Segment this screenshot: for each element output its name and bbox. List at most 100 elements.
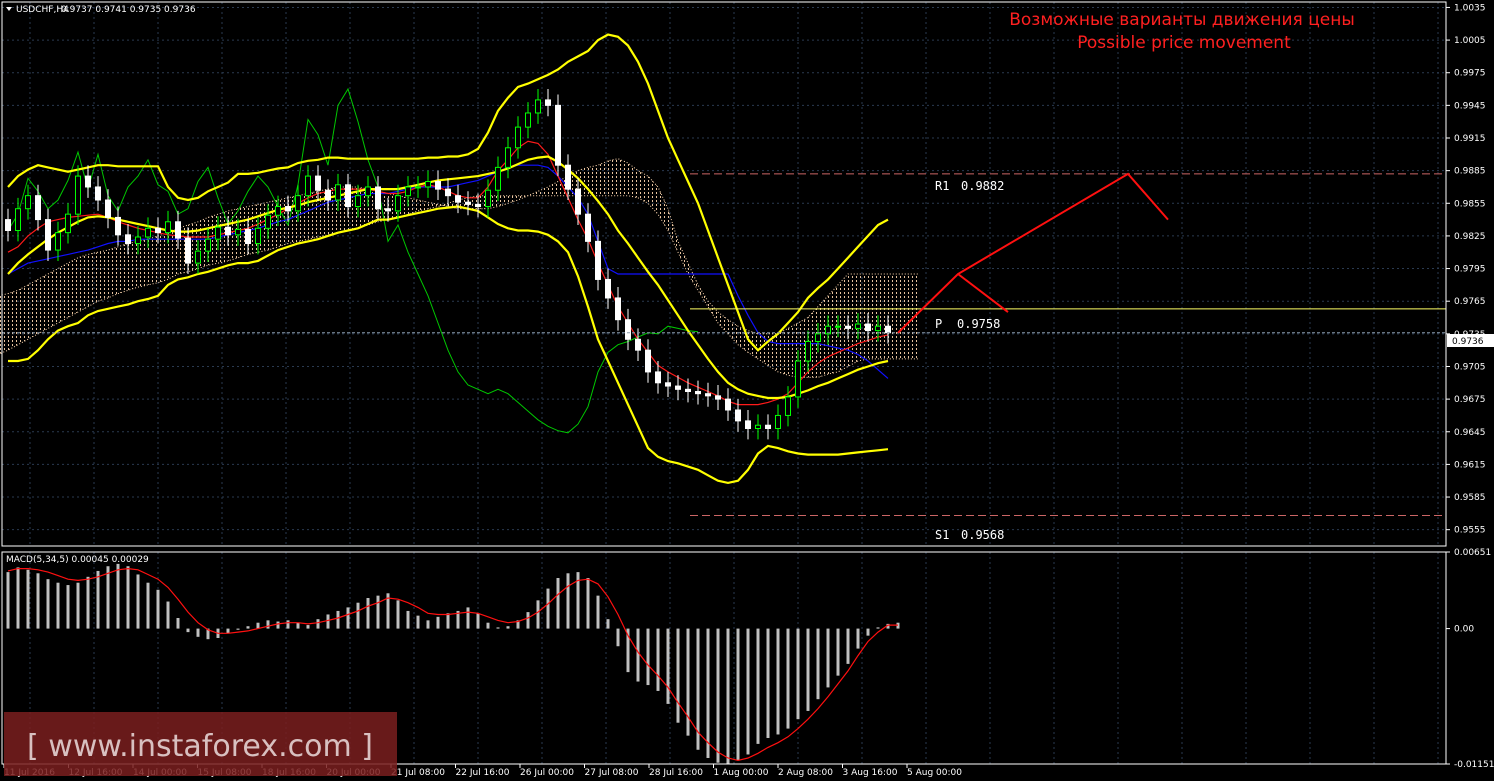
macd-bar (756, 628, 760, 744)
candle-body-up (165, 221, 171, 234)
macd-bar (846, 628, 850, 664)
macd-bar (786, 628, 790, 729)
macd-bar (566, 573, 570, 629)
macd-bar (296, 622, 300, 629)
candle-body-down (655, 371, 661, 384)
candle-body-down (585, 213, 591, 242)
time-tick-label: 1 Aug 00:00 (714, 768, 769, 778)
candle-body-up (275, 206, 281, 216)
candle-body-down (175, 221, 181, 239)
macd-bar (326, 614, 330, 629)
candle-body-up (305, 175, 311, 197)
p-label: P (935, 317, 942, 331)
macd-bar (496, 627, 500, 629)
candle-body-down (595, 240, 601, 280)
macd-bar (366, 598, 370, 629)
candle-body-up (75, 175, 81, 215)
candle-body-down (375, 186, 381, 210)
price-tick-label: 0.9855 (1454, 199, 1486, 209)
candle-body-up (525, 112, 531, 128)
macd-bar (816, 628, 820, 700)
macd-bar (526, 612, 530, 629)
candle-body-up (195, 250, 201, 264)
macd-bar (56, 582, 60, 629)
macd-bar (346, 607, 350, 629)
macd-bar (76, 582, 80, 629)
candle-body-down (615, 297, 621, 321)
macd-bar (276, 621, 280, 629)
candle-body-down (555, 104, 561, 166)
candle-body-down (445, 188, 451, 197)
time-tick-label: 27 Jul 08:00 (585, 768, 639, 778)
macd-bar (686, 628, 690, 736)
macd-bar (6, 572, 10, 629)
macd-bar (556, 578, 560, 629)
macd-bar (876, 627, 880, 629)
macd-bar (396, 600, 400, 629)
time-tick-label: 26 Jul 00:00 (520, 768, 574, 778)
macd-bar (616, 628, 620, 647)
candle-body-down (285, 206, 291, 212)
candle-body-down (685, 388, 691, 393)
time-tick-label: 2 Aug 08:00 (778, 768, 833, 778)
macd-bar (196, 628, 200, 637)
macd-bar (746, 628, 750, 755)
time-tick-label: 21 Jul 08:00 (391, 768, 445, 778)
macd-bar (666, 628, 670, 704)
watermark-text: [ www.instaforex.com ] (27, 729, 373, 764)
candle-body-down (315, 175, 321, 191)
candle-body-down (645, 349, 651, 373)
candle-body-up (805, 340, 811, 362)
candle-body-up (15, 208, 21, 231)
candle-body-down (245, 228, 251, 245)
candle-body-up (335, 184, 341, 201)
macd-bar (676, 628, 680, 723)
price-tick-label: 1.0035 (1454, 3, 1486, 13)
candle-body-down (475, 203, 481, 208)
macd-bar (116, 563, 120, 629)
candle-body-down (85, 175, 91, 188)
macd-bar (766, 628, 770, 738)
candle-body-down (5, 219, 11, 231)
annotation-ru: Возможные варианты движения цены (1009, 10, 1355, 30)
candle-body-up (265, 214, 271, 229)
macd-bar (656, 628, 660, 691)
macd-bar (506, 626, 510, 629)
macd-bar (446, 613, 450, 629)
chart-canvas: 1.0035 1.0005 0.9975 0.9945 0.9915 0.9885 0.98… (0, 0, 1494, 781)
candle-body-up (405, 186, 411, 197)
macd-bar (426, 620, 430, 629)
candle-body-up (235, 228, 241, 236)
candle-body-up (855, 323, 861, 329)
price-tick-label: 0.9945 (1454, 101, 1486, 111)
candle-body-down (325, 189, 331, 201)
price-tick-label: 0.9675 (1454, 395, 1486, 405)
candle-body-up (515, 126, 521, 149)
ohlc-readout: 0.9737 0.9741 0.9735 0.9736 (61, 5, 196, 15)
candle-body-up (785, 396, 791, 416)
macd-bar (636, 628, 640, 682)
candle-body-down (865, 323, 871, 332)
candle-body-up (205, 238, 211, 252)
candle-body-down (115, 216, 121, 236)
macd-bar (776, 628, 780, 735)
candle-body-down (605, 278, 611, 299)
price-tick-label: 1.0005 (1454, 36, 1486, 46)
macd-bar (286, 620, 290, 629)
macd-bar (826, 628, 830, 688)
macd-bar (586, 578, 590, 629)
price-tick-label: 0.9705 (1454, 362, 1486, 372)
candle-body-up (775, 414, 781, 429)
macd-bar (736, 628, 740, 761)
time-tick-label: 22 Jul 16:00 (456, 768, 510, 778)
time-tick-label: 28 Jul 16:00 (649, 768, 703, 778)
macd-bar (306, 625, 310, 629)
macd-tick-label: -0.01151 (1454, 760, 1494, 770)
price-tick-label: 0.9915 (1454, 134, 1486, 144)
macd-bar (866, 628, 870, 636)
macd-tick-label: 0.00 (1454, 625, 1474, 635)
macd-bar (476, 613, 480, 629)
macd-bar (236, 628, 240, 630)
price-tick-label: 0.9645 (1454, 428, 1486, 438)
candle-body-down (345, 184, 351, 208)
